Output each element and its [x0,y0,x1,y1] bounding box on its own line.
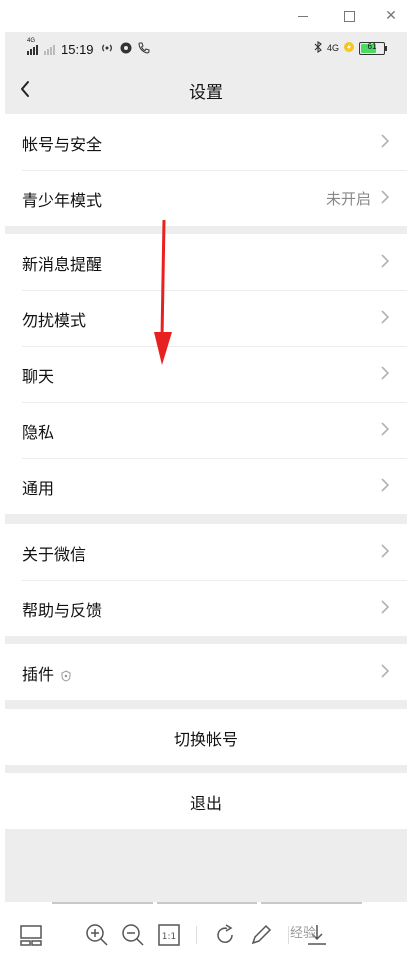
row-plugins[interactable]: 插件 [5,644,407,700]
chevron-right-icon [381,134,389,148]
rotate-icon[interactable] [212,922,238,948]
row-about-wechat[interactable]: 关于微信 [5,524,407,580]
row-label: 新消息提醒 [22,255,103,274]
row-label: 勿扰模式 [22,311,87,330]
nav-bar: 设置 [5,66,407,112]
row-label: 通用 [22,479,55,498]
row-label: 帮助与反馈 [22,601,103,620]
chevron-right-icon [381,190,389,204]
page-title: 设置 [189,83,223,103]
switch-account-label: 切换帐号 [173,730,238,749]
row-general[interactable]: 通用 [5,458,407,514]
row-teen-mode[interactable]: 青少年模式 未开启 [5,170,407,226]
chevron-right-icon [381,310,389,324]
row-do-not-disturb[interactable]: 勿扰模式 [5,290,407,346]
toolbar-divider [196,926,197,944]
actual-size-icon[interactable]: 1:1 [156,922,182,948]
toolbar-divider [288,926,289,944]
signal-secondary-icon [44,43,55,55]
charging-icon [344,41,354,55]
status-bar: 4G 15:19 4G 61 [5,32,407,66]
bluetooth-icon [314,40,322,55]
row-chat[interactable]: 聊天 [5,346,407,402]
minimize-icon[interactable] [292,6,314,26]
settings-group-plugins: 插件 [5,644,407,700]
settings-group-about: 关于微信 帮助与反馈 [5,524,407,636]
edit-pencil-icon[interactable] [248,922,274,948]
row-label: 帐号与安全 [22,135,103,154]
row-account-security[interactable]: 帐号与安全 [5,114,407,170]
app-notification-icon [120,42,132,57]
viewer-toolbar: 1:1 [0,902,413,979]
row-new-message-alerts[interactable]: 新消息提醒 [5,234,407,290]
signal-icon: 4G [27,38,38,55]
svg-text:1:1: 1:1 [162,932,176,942]
battery-icon: 61 [359,41,387,55]
thumbnail-strip [52,902,363,904]
settings-group-general: 新消息提醒 勿扰模式 聊天 隐私 通用 [5,234,407,514]
zoom-in-icon[interactable] [84,922,110,948]
row-help-feedback[interactable]: 帮助与反馈 [5,580,407,636]
row-label: 插件 [22,661,72,685]
network-type-right: 4G [326,43,339,53]
hotspot-icon [100,42,114,57]
chevron-right-icon [381,664,389,678]
teen-mode-status: 未开启 [325,190,371,208]
row-label: 隐私 [22,423,55,442]
chevron-right-icon [381,544,389,558]
battery-level: 61 [367,41,377,51]
row-label: 关于微信 [22,545,87,564]
settings-group-account: 帐号与安全 青少年模式 未开启 [5,114,407,226]
chevron-right-icon [381,600,389,614]
switch-account-button[interactable]: 切换帐号 [5,709,407,765]
watermark-text: 经验 [290,926,317,941]
logout-label: 退出 [189,794,222,813]
phone-screen: 4G 15:19 4G 61 设置 帐号与安全 青少年模式 未开启 新消息提醒 … [5,32,407,902]
thumbnail-view-icon[interactable] [18,922,44,948]
row-privacy[interactable]: 隐私 [5,402,407,458]
chevron-right-icon [381,478,389,492]
chevron-right-icon [381,366,389,380]
annotation-arrow-icon [154,220,172,365]
plugin-shield-icon [61,669,71,682]
phone-call-icon [138,42,150,57]
maximize-icon[interactable] [338,6,360,26]
row-label: 聊天 [22,367,55,386]
zoom-out-icon[interactable] [120,922,146,948]
plugins-label: 插件 [22,665,55,684]
chevron-right-icon [381,422,389,436]
status-time: 15:19 [61,41,94,57]
chevron-right-icon [381,254,389,268]
row-label: 青少年模式 [22,191,103,210]
window-titlebar: ✕ [0,0,413,32]
close-icon[interactable]: ✕ [380,6,402,26]
logout-button[interactable]: 退出 [5,773,407,829]
